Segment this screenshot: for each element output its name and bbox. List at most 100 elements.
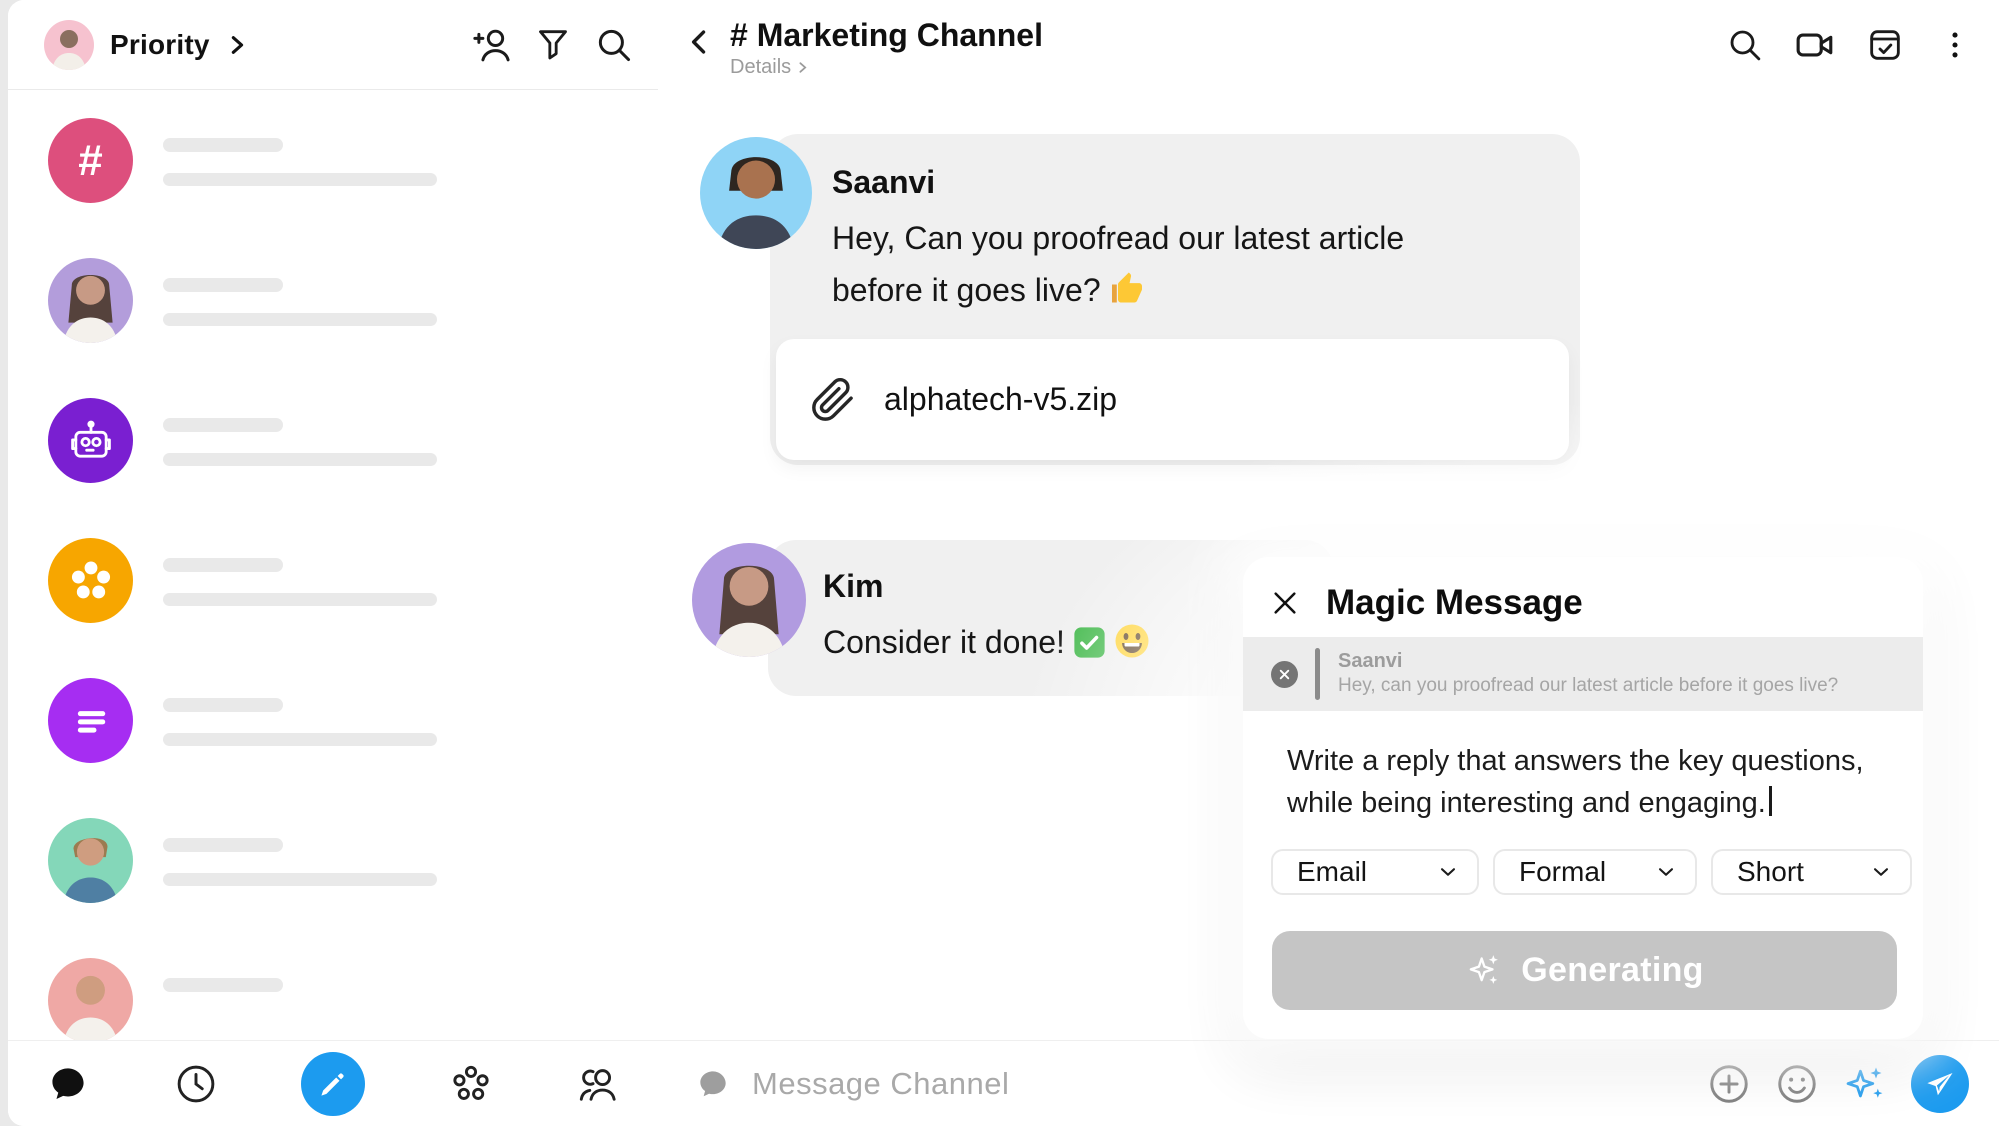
format-dropdown[interactable]: Email xyxy=(1271,849,1479,895)
sidebar-actions xyxy=(470,23,636,67)
nav-chats-button[interactable] xyxy=(46,1062,90,1106)
skeleton-subtitle-bar xyxy=(163,733,437,746)
conversation-item-bot[interactable] xyxy=(48,398,628,484)
skeleton-subtitle-bar xyxy=(163,593,437,606)
robot-glyph xyxy=(65,415,117,467)
dots-cluster-glyph xyxy=(66,556,116,606)
search-icon xyxy=(593,24,635,66)
popup-title: Magic Message xyxy=(1326,583,1583,623)
message-bubble-saanvi: Saanvi Hey, Can you proofread our latest… xyxy=(770,134,1580,465)
skeleton-title-bar xyxy=(163,138,283,152)
person-avatar xyxy=(48,258,133,343)
add-contact-button[interactable] xyxy=(470,23,514,67)
paperclip-icon xyxy=(810,377,856,423)
nav-apps-button[interactable] xyxy=(449,1062,493,1106)
video-camera-icon xyxy=(1793,23,1837,67)
tasks-button[interactable] xyxy=(1863,23,1907,67)
bottom-navigation xyxy=(8,1040,658,1126)
woman-photo-icon xyxy=(700,137,812,249)
prompt-line2: while being interesting and engaging. xyxy=(1287,787,1766,819)
chevron-down-icon xyxy=(1437,861,1459,883)
message-author: Saanvi xyxy=(832,164,935,201)
skeleton-subtitle-bar xyxy=(163,313,437,326)
filter-funnel-icon xyxy=(533,25,573,65)
workspace-name: Priority xyxy=(110,29,210,61)
conversation-item-person[interactable] xyxy=(48,958,628,1044)
chat-panel: # Marketing Channel Details xyxy=(658,0,1999,1126)
tone-dropdown[interactable]: Formal xyxy=(1493,849,1697,895)
conversation-item-person[interactable] xyxy=(48,258,628,344)
attachment-filename: alphatech-v5.zip xyxy=(884,381,1117,418)
avatar-saanvi xyxy=(700,137,812,249)
nav-compose-button[interactable] xyxy=(301,1052,365,1116)
quoted-message: Saanvi Hey, can you proofread our latest… xyxy=(1243,637,1923,711)
length-dropdown[interactable]: Short xyxy=(1711,849,1912,895)
skeleton-subtitle-bar xyxy=(163,453,437,466)
channel-title-block: # Marketing Channel Details xyxy=(730,16,1043,79)
quote-text: Hey, can you proofread our latest articl… xyxy=(1338,673,1838,699)
message-input-placeholder: Message Channel xyxy=(752,1066,1009,1102)
prompt-input[interactable]: Write a reply that answers the key quest… xyxy=(1287,740,1887,824)
more-menu-button[interactable] xyxy=(1933,23,1977,67)
app-window: Priority # xyxy=(8,0,1999,1126)
woman-photo-icon xyxy=(692,543,806,657)
add-attachment-button[interactable] xyxy=(1707,1062,1751,1106)
sidebar-header: Priority xyxy=(8,0,658,90)
man-photo-icon xyxy=(48,818,133,903)
nav-recent-button[interactable] xyxy=(174,1062,218,1106)
avatar-kim xyxy=(692,543,806,657)
popup-close-button[interactable] xyxy=(1267,585,1303,621)
chat-header-actions xyxy=(1723,23,1977,67)
message-author: Kim xyxy=(823,568,883,605)
conversation-item-channel[interactable]: # xyxy=(48,118,628,204)
sidebar: Priority # xyxy=(8,0,659,1126)
chat-header: # Marketing Channel Details xyxy=(658,0,1999,90)
conversation-item-person[interactable] xyxy=(48,818,628,904)
search-icon xyxy=(1725,25,1765,65)
hash-glyph: # xyxy=(78,136,102,186)
text-cursor xyxy=(1769,786,1772,816)
bald-man-photo-icon xyxy=(48,958,133,1043)
person-avatar xyxy=(48,818,133,903)
text-lines-icon xyxy=(48,678,133,763)
person-photo-icon xyxy=(44,20,94,70)
emoji-button[interactable] xyxy=(1775,1062,1819,1106)
grinning-face-emoji xyxy=(1114,622,1150,674)
screen: Priority # xyxy=(0,0,1999,1126)
close-icon xyxy=(1269,587,1301,619)
people-icon xyxy=(576,1061,620,1107)
back-button[interactable] xyxy=(678,20,722,64)
chat-search-button[interactable] xyxy=(1723,23,1767,67)
pencil-icon xyxy=(317,1068,349,1100)
details-label: Details xyxy=(730,56,791,79)
skeleton-subtitle-bar xyxy=(163,173,437,186)
workspace-switcher[interactable]: Priority xyxy=(44,20,248,70)
conversation-item-notes[interactable] xyxy=(48,678,628,764)
composer-actions xyxy=(1707,1055,1969,1113)
nav-contacts-button[interactable] xyxy=(576,1062,620,1106)
skeleton-title-bar xyxy=(163,558,283,572)
sidebar-search-button[interactable] xyxy=(592,23,636,67)
conversation-item-app[interactable] xyxy=(48,538,628,624)
generating-button[interactable]: Generating xyxy=(1272,931,1897,1010)
chat-bubble-filled-icon xyxy=(46,1061,90,1107)
thumbs-up-emoji xyxy=(1109,270,1145,322)
format-value: Email xyxy=(1297,856,1367,888)
remove-quote-button[interactable] xyxy=(1271,661,1298,688)
chevron-left-icon xyxy=(683,25,717,59)
video-call-button[interactable] xyxy=(1793,23,1837,67)
send-button[interactable] xyxy=(1911,1055,1969,1113)
dots-cluster-icon xyxy=(48,538,133,623)
message-input[interactable]: Message Channel xyxy=(694,1065,1707,1103)
attachment-card[interactable]: alphatech-v5.zip xyxy=(776,339,1569,460)
kebab-menu-icon xyxy=(1938,28,1972,62)
message-text: Consider it done! xyxy=(823,624,1065,660)
skeleton-title-bar xyxy=(163,838,283,852)
channel-details-link[interactable]: Details xyxy=(730,56,1043,79)
ai-sparkle-button[interactable] xyxy=(1843,1062,1887,1106)
filter-button[interactable] xyxy=(531,23,575,67)
person-avatar xyxy=(48,958,133,1043)
hash-channel-icon: # xyxy=(48,118,133,203)
close-icon xyxy=(1278,668,1291,681)
plus-circle-icon xyxy=(1707,1062,1751,1106)
